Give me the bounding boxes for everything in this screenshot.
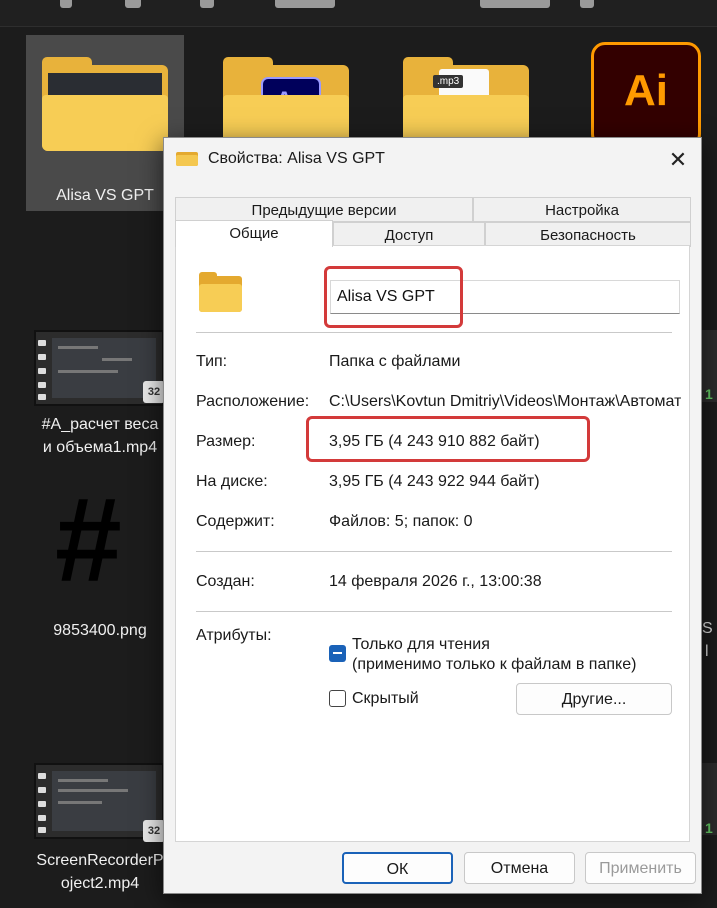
explorer-item-folder-selected[interactable]: Alisa VS GPT <box>26 35 184 211</box>
ok-button[interactable]: ОК <box>342 852 453 884</box>
tab-security[interactable]: Безопасность <box>485 222 691 247</box>
contains-value: Файлов: 5; папок: 0 <box>329 513 473 530</box>
explorer-item-label: ScreenRecorderP <box>36 852 164 869</box>
explorer-item-folder[interactable]: Ae <box>215 45 375 151</box>
apply-button[interactable]: Применить <box>585 852 696 884</box>
toolbar-icon[interactable] <box>125 0 141 8</box>
location-value: C:\Users\Kovtun Dmitriy\Videos\Монтаж\Ав… <box>329 393 681 410</box>
toolbar-icon[interactable] <box>200 0 214 8</box>
type-label: Тип: <box>196 353 228 370</box>
tab-previous-versions[interactable]: Предыдущие версии <box>175 197 473 222</box>
dialog-title: Свойства: Alisa VS GPT <box>208 150 385 167</box>
separator <box>196 551 672 552</box>
toolbar-icon[interactable] <box>275 0 335 8</box>
partial-badge: 1 <box>705 820 713 836</box>
hash-image-icon[interactable]: # <box>55 480 122 600</box>
created-label: Создан: <box>196 573 255 590</box>
attributes-label: Атрибуты: <box>196 627 272 644</box>
hidden-label: Скрытый <box>352 690 419 707</box>
advanced-button[interactable]: Другие... <box>516 683 672 715</box>
tab-access[interactable]: Доступ <box>333 222 485 247</box>
explorer-item-label: и объема1.mp4 <box>42 439 158 456</box>
readonly-note: (применимо только к файлам в папке) <box>352 656 637 673</box>
toolbar-icon[interactable] <box>60 0 72 8</box>
explorer-item-label: oject2.mp4 <box>60 875 140 892</box>
dialog-titlebar[interactable]: Свойства: Alisa VS GPT ✕ <box>164 138 701 182</box>
partial-label: S <box>702 620 713 637</box>
video-format-badge: 32 <box>143 820 165 842</box>
properties-dialog: Свойства: Alisa VS GPT ✕ Предыдущие верс… <box>163 137 702 894</box>
close-button[interactable]: ✕ <box>660 146 696 174</box>
size-on-disk-value: 3,95 ГБ (4 243 922 944 байт) <box>329 473 540 490</box>
contains-label: Содержит: <box>196 513 275 530</box>
folder-icon <box>176 150 198 166</box>
separator <box>196 332 672 333</box>
explorer-item-label: Alisa VS GPT <box>56 187 154 204</box>
explorer-item-folder[interactable]: .mp3 <box>395 45 555 151</box>
location-label: Расположение: <box>196 393 310 410</box>
toolbar-icon[interactable] <box>580 0 594 8</box>
size-highlight-box <box>306 416 590 462</box>
video-format-badge: 32 <box>143 381 165 403</box>
toolbar-icon[interactable] <box>480 0 550 8</box>
explorer-item-label: 9853400.png <box>53 622 147 639</box>
tab-customize[interactable]: Настройка <box>473 197 691 222</box>
folder-icon <box>42 57 168 151</box>
readonly-checkbox[interactable] <box>329 645 346 662</box>
hidden-checkbox[interactable] <box>329 690 346 707</box>
created-value: 14 февраля 2026 г., 13:00:38 <box>329 573 542 590</box>
cancel-button[interactable]: Отмена <box>464 852 575 884</box>
folder-icon <box>199 272 242 312</box>
partial-badge: 1 <box>705 386 713 402</box>
separator <box>196 611 672 612</box>
name-highlight-box <box>324 266 463 328</box>
explorer-toolbar <box>0 0 717 27</box>
partial-label: l <box>705 643 709 660</box>
explorer-item-label: #A_расчет веса <box>41 416 159 433</box>
illustrator-icon[interactable]: Ai <box>591 42 701 148</box>
mp3-badge: .mp3 <box>433 75 464 88</box>
type-value: Папка с файлами <box>329 353 461 370</box>
general-tab-panel: Тип: Папка с файлами Расположение: C:\Us… <box>175 245 690 842</box>
readonly-label: Только для чтения <box>352 636 490 653</box>
tab-general[interactable]: Общие <box>175 220 333 247</box>
size-label: Размер: <box>196 433 256 450</box>
size-on-disk-label: На диске: <box>196 473 268 490</box>
